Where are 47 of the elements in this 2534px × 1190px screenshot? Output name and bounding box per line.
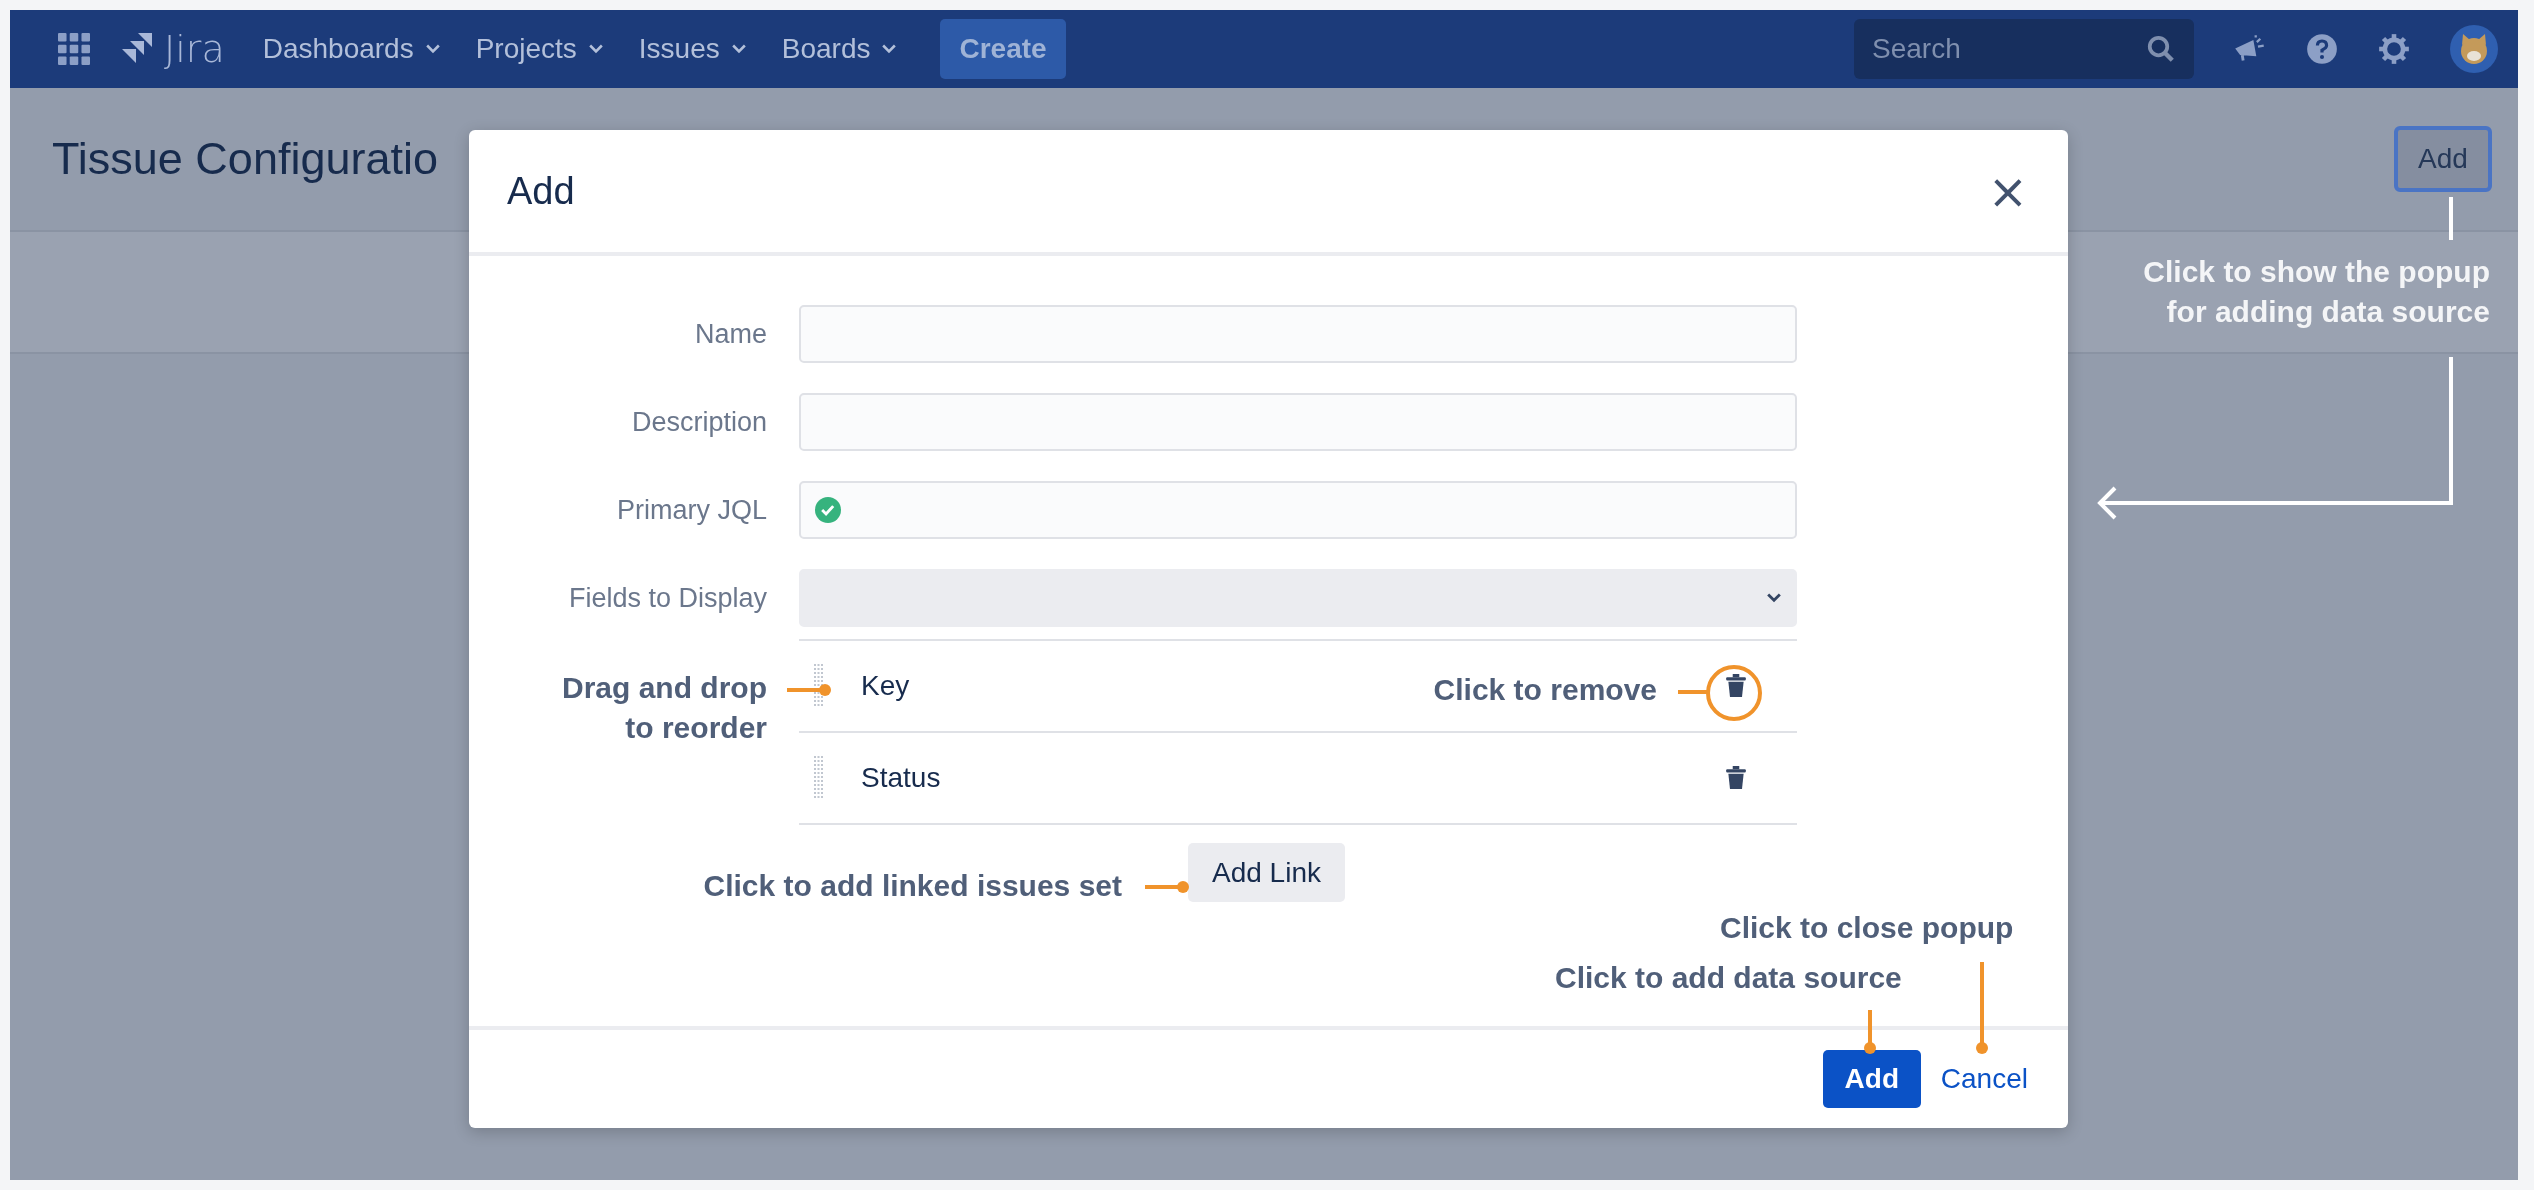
field-label: Name (693, 318, 767, 350)
logo-text[interactable]: Jira (164, 27, 225, 71)
search-icon (2146, 34, 2176, 64)
annotation-text: Click to close popup (1720, 910, 2014, 946)
chevron-down-icon (588, 44, 603, 54)
text-field[interactable] (799, 393, 1797, 451)
nav-menu[interactable]: Projects (475, 33, 603, 65)
text-field[interactable] (799, 305, 1797, 363)
close-button[interactable]: × (1981, 163, 2034, 219)
leader-line (1862, 1008, 1878, 1056)
annotation-text: Click to add linked issues set (702, 868, 1122, 904)
leader-line (1143, 879, 1191, 895)
chevron-down-icon (731, 44, 746, 54)
chevron-down-icon (882, 44, 897, 54)
nav-menu[interactable]: Dashboards (262, 33, 440, 65)
trash-icon[interactable] (1725, 766, 1747, 790)
avatar-icon[interactable] (2450, 25, 2498, 73)
dialog-title: Add (507, 169, 575, 213)
add-link-button[interactable]: Add Link (1188, 843, 1345, 902)
cancel-link[interactable]: Cancel (1940, 1063, 2028, 1095)
app-grid-icon[interactable] (58, 33, 90, 65)
chevron-down-icon (1767, 593, 1781, 603)
create-button[interactable]: Create (940, 19, 1066, 79)
field-label: Fields to Display (567, 582, 767, 614)
nav-menu[interactable]: Boards (781, 33, 897, 65)
field-name: Status (861, 762, 941, 794)
field-list-row[interactable]: Status (799, 731, 1797, 825)
add-button[interactable]: Add (1822, 1050, 1921, 1108)
trash-icon[interactable] (1725, 674, 1747, 698)
annotation-text: Click to show the popup for adding data source (2143, 254, 2490, 330)
nav-menu[interactable]: Issues (638, 33, 746, 65)
chevron-down-icon (425, 44, 440, 54)
select-field[interactable] (799, 569, 1797, 627)
annotation-text: Click to add data source (1555, 960, 1902, 996)
field-label: Description (630, 406, 767, 438)
settings-icon[interactable] (2378, 33, 2410, 65)
leader-line (785, 682, 833, 698)
help-icon[interactable] (2306, 33, 2338, 65)
add-button[interactable]: Add (2394, 126, 2492, 192)
annotation-text: Click to remove (1432, 672, 1657, 708)
field-label: Primary JQL (615, 494, 767, 526)
page-title: Tissue Configuratio (52, 133, 438, 185)
drag-handle-icon[interactable] (813, 756, 825, 800)
search-field[interactable]: Search (1854, 19, 2194, 79)
jql-field[interactable] (799, 481, 1797, 539)
annotation-text: Drag and drop to reorder (561, 670, 767, 746)
field-name: Key (861, 670, 910, 702)
